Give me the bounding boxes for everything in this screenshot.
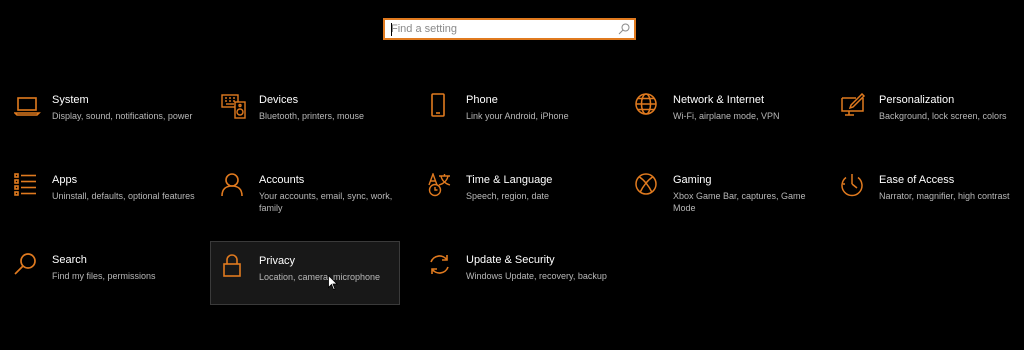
person-icon: [221, 173, 249, 201]
tile-title: Update & Security: [466, 254, 555, 266]
tile-description: Xbox Game Bar, captures, Game Mode: [673, 191, 806, 213]
search-input[interactable]: [391, 21, 611, 37]
laptop-icon: [14, 93, 42, 121]
tile-title: System: [52, 94, 89, 106]
tile-title: Search: [52, 254, 87, 266]
tile-title: Phone: [466, 94, 498, 106]
tile-time-language[interactable]: Time & Language Speech, region, date: [428, 173, 618, 237]
sync-icon: [428, 253, 456, 281]
tile-description: Bluetooth, printers, mouse: [259, 111, 365, 121]
time-language-icon: [428, 173, 456, 201]
tile-description: Background, lock screen, colors: [879, 111, 1007, 121]
tile-system[interactable]: System Display, sound, notifications, po…: [14, 93, 204, 157]
tile-description: Windows Update, recovery, backup: [466, 271, 607, 281]
tile-ease-of-access[interactable]: Ease of Access Narrator, magnifier, high…: [841, 173, 1024, 237]
tile-search[interactable]: Search Find my files, permissions: [14, 253, 204, 317]
apps-list-icon: [14, 173, 42, 201]
tile-title: Devices: [259, 94, 299, 106]
ease-of-access-icon: [841, 173, 869, 201]
tile-title: Privacy: [259, 255, 296, 267]
tile-gaming[interactable]: Gaming Xbox Game Bar, captures, Game Mod…: [635, 173, 825, 237]
tile-description: Narrator, magnifier, high contrast: [879, 191, 1010, 201]
xbox-icon: [635, 173, 663, 201]
mouse-pointer-icon: [328, 275, 338, 290]
tile-description: Display, sound, notifications, power: [52, 111, 193, 121]
tile-apps[interactable]: Apps Uninstall, defaults, optional featu…: [14, 173, 204, 237]
tile-title: Network & Internet: [673, 94, 765, 106]
search-icon[interactable]: [617, 22, 631, 36]
tile-title: Apps: [52, 174, 78, 186]
tile-description: Speech, region, date: [466, 191, 550, 201]
tile-personalization[interactable]: Personalization Background, lock screen,…: [841, 93, 1024, 157]
settings-home: System Display, sound, notifications, po…: [0, 0, 1024, 350]
phone-icon: [428, 93, 456, 121]
tile-title: Ease of Access: [879, 174, 955, 186]
tile-description: Find my files, permissions: [52, 271, 156, 281]
tile-description: Wi-Fi, airplane mode, VPN: [673, 111, 780, 121]
tile-network-internet[interactable]: Network & Internet Wi-Fi, airplane mode,…: [635, 93, 825, 157]
tile-update-security[interactable]: Update & Security Windows Update, recove…: [428, 253, 618, 317]
tile-description: Link your Android, iPhone: [466, 111, 569, 121]
tile-description: Your accounts, email, sync, work, family: [259, 191, 393, 213]
tile-title: Gaming: [673, 174, 712, 186]
brush-monitor-icon: [841, 93, 869, 121]
tile-title: Personalization: [879, 94, 955, 106]
tile-accounts[interactable]: Accounts Your accounts, email, sync, wor…: [221, 173, 411, 237]
tile-description: Uninstall, defaults, optional features: [52, 191, 195, 201]
search-icon: [14, 253, 42, 281]
tile-title: Accounts: [259, 174, 305, 186]
tile-title: Time & Language: [466, 174, 553, 186]
globe-icon: [635, 93, 663, 121]
keyboard-speaker-icon: [221, 93, 249, 121]
tile-phone[interactable]: Phone Link your Android, iPhone: [428, 93, 618, 157]
text-caret: [391, 23, 392, 36]
find-setting-search-box[interactable]: [383, 18, 636, 40]
lock-icon: [222, 254, 250, 282]
tile-devices[interactable]: Devices Bluetooth, printers, mouse: [221, 93, 411, 157]
tile-privacy[interactable]: Privacy Location, camera, microphone: [210, 241, 400, 305]
